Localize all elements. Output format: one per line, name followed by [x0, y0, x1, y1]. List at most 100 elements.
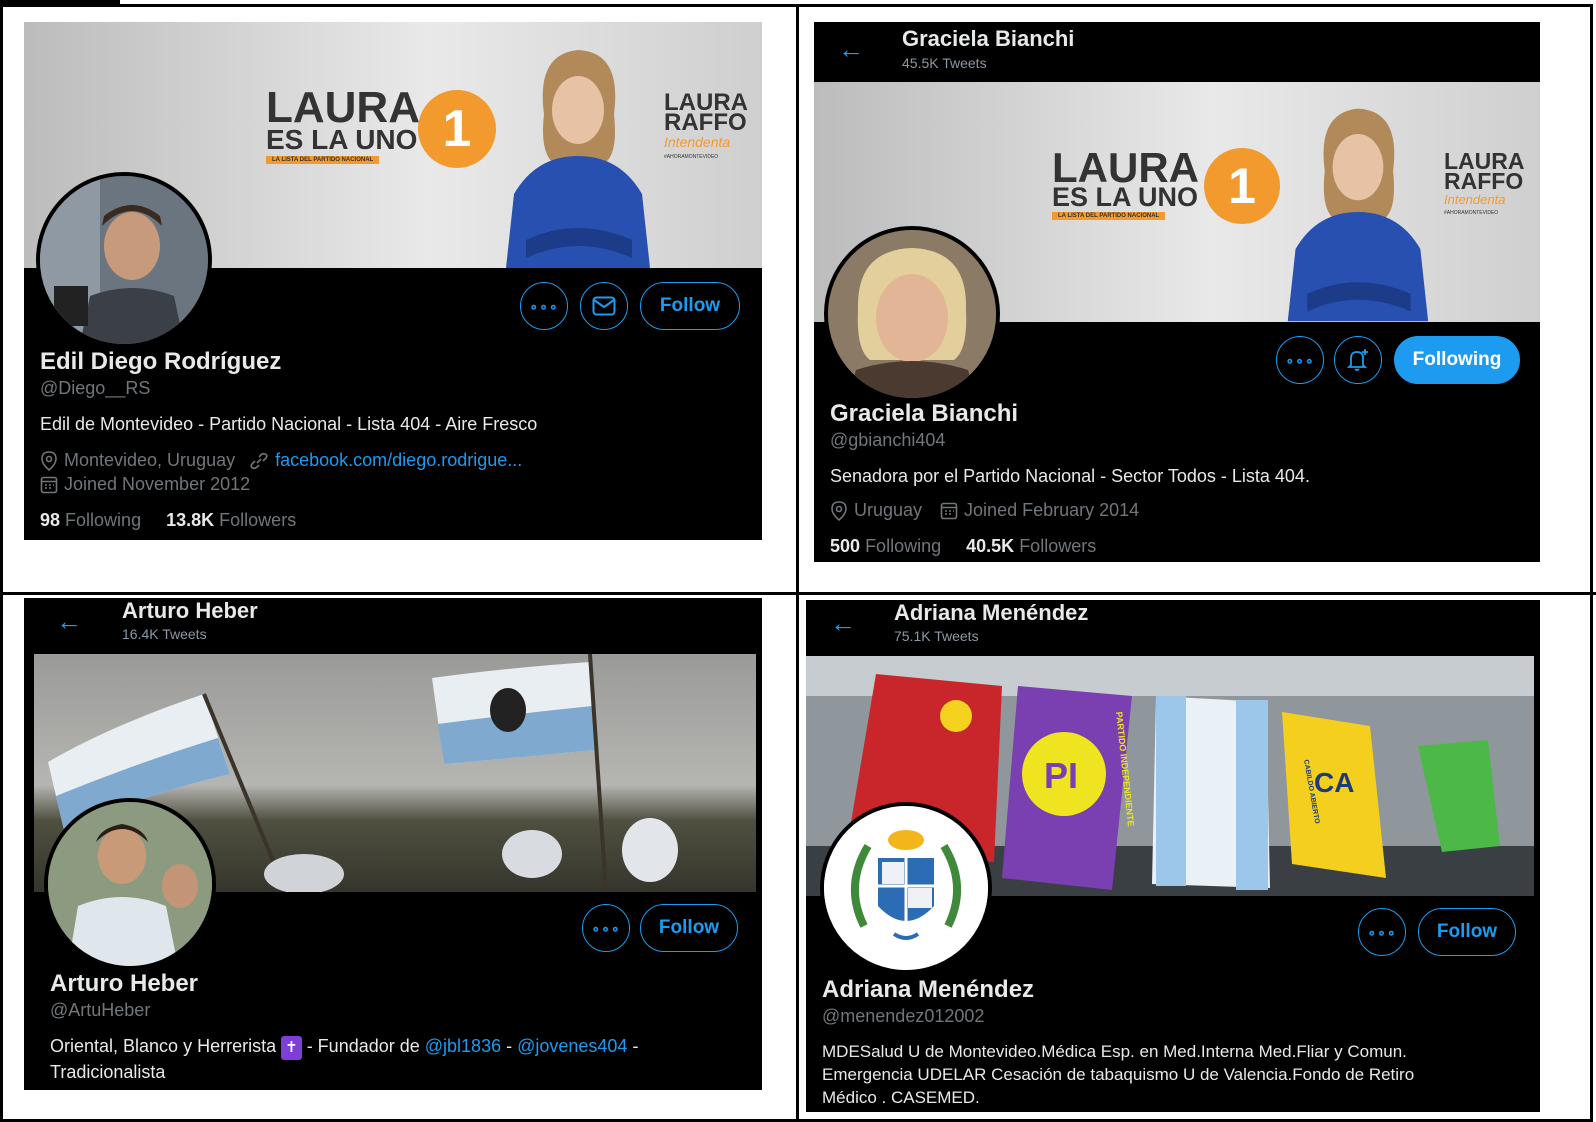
followers-label: Followers — [1019, 536, 1097, 556]
header-name: Graciela Bianchi — [902, 26, 1075, 51]
follow-button[interactable]: Follow — [640, 904, 738, 952]
profile-location: Uruguay — [854, 500, 923, 520]
avatar-photo — [828, 230, 996, 398]
more-icon: ∘∘∘ — [1285, 351, 1315, 368]
profile-header-bar: ← Graciela Bianchi 45.5K Tweets — [814, 22, 1540, 82]
profile-joined: Joined November 2012 — [64, 474, 251, 494]
profile-handle[interactable]: @menendez012002 — [822, 1006, 984, 1027]
flag-ca-label: CA — [1314, 767, 1354, 798]
bio-text-3: - — [501, 1036, 518, 1056]
more-button[interactable]: ∘∘∘ — [1276, 336, 1324, 384]
header-tweet-count: 75.1K Tweets — [894, 628, 979, 644]
bio-text-5: Tradicionalista — [50, 1062, 166, 1082]
profile-name: Arturo Heber — [50, 970, 199, 997]
mention-jovenes404[interactable]: @jovenes404 — [517, 1036, 627, 1056]
location-icon — [831, 500, 847, 521]
header-tweet-count: 45.5K Tweets — [902, 55, 987, 71]
profile-name: Graciela Bianchi — [830, 400, 1019, 427]
profile-stats: 500 Following 40.5K Followers — [830, 536, 1096, 557]
back-arrow-icon[interactable]: ← — [830, 608, 856, 639]
profile-name: Adriana Menéndez — [822, 976, 1035, 1003]
banner-laura: LAURA — [266, 83, 420, 132]
bio-text-2: - Fundador de — [301, 1036, 425, 1056]
back-arrow-icon[interactable]: ← — [838, 34, 864, 65]
profile-bio: Oriental, Blanco y Herrerista ✝ - Fundad… — [50, 1034, 740, 1084]
profile-bio: Edil de Montevideo - Partido Nacional - … — [40, 414, 538, 434]
brand-hashtag: #AHORAMONTEVIDEO — [1444, 210, 1499, 216]
followers-count: 13.8K — [166, 510, 215, 530]
bell-plus-icon — [1346, 349, 1368, 371]
profile-card-diego: LAURA ES LA UNO LA LISTA DEL PARTIDO NAC… — [24, 22, 762, 540]
avatar[interactable] — [44, 798, 216, 970]
mention-jbl1836[interactable]: @jbl1836 — [425, 1036, 501, 1056]
profile-joined-row: Joined November 2012 — [40, 474, 250, 495]
profile-name: Edil Diego Rodríguez — [40, 348, 282, 375]
avatar[interactable] — [820, 802, 992, 974]
bio-line-1: MDESalud U de Montevideo.Médica Esp. en … — [822, 1042, 1407, 1061]
profile-bio: MDESalud U de Montevideo.Médica Esp. en … — [822, 1040, 1532, 1109]
following-label: Following — [865, 536, 942, 556]
bio-text: Oriental, Blanco y Herrerista — [50, 1036, 277, 1056]
following-count: 500 — [830, 536, 861, 556]
profile-meta-row: Montevideo, Uruguay facebook.com/diego.r… — [40, 450, 522, 471]
avatar[interactable] — [824, 226, 1000, 402]
profile-header-bar: ← Adriana Menéndez 75.1K Tweets — [806, 600, 1540, 656]
candidate-photo — [506, 50, 650, 268]
divider-horizontal — [0, 592, 1596, 595]
header-name: Adriana Menéndez — [894, 600, 1089, 625]
brand-intendenta: Intendenta — [664, 134, 731, 150]
following-link[interactable]: 98 Following — [40, 510, 141, 530]
more-button[interactable]: ∘∘∘ — [520, 282, 568, 330]
calendar-icon — [40, 476, 58, 493]
more-button[interactable]: ∘∘∘ — [1358, 908, 1406, 956]
avatar-photo — [40, 176, 208, 344]
message-button[interactable] — [580, 282, 628, 330]
profile-stats: 98 Following 13.8K Followers — [40, 510, 296, 531]
profile-location: Montevideo, Uruguay — [64, 450, 236, 470]
profile-joined: Joined February 2014 — [964, 500, 1140, 520]
brand-raffo: RAFFO — [1444, 168, 1524, 194]
back-arrow-icon[interactable]: ← — [56, 606, 82, 637]
profile-link[interactable]: facebook.com/diego.rodrigue... — [275, 450, 522, 471]
avatar-photo — [48, 802, 212, 966]
profile-card-graciela: ← Graciela Bianchi 45.5K Tweets LAURA ES… — [814, 22, 1540, 562]
candidate-photo — [1287, 108, 1429, 322]
follow-button[interactable]: Follow — [1418, 908, 1516, 956]
following-label: Following — [65, 510, 142, 530]
calendar-icon — [940, 502, 958, 519]
header-tweet-count: 16.4K Tweets — [122, 626, 207, 642]
avatar[interactable] — [36, 172, 212, 348]
location-icon — [41, 450, 57, 471]
follow-button[interactable]: Follow — [640, 282, 740, 330]
profile-header-bar: ← Arturo Heber 16.4K Tweets — [24, 598, 762, 654]
following-button[interactable]: Following — [1394, 336, 1520, 384]
banner-tag: LA LISTA DEL PARTIDO NACIONAL — [266, 156, 380, 164]
cross-emoji: ✝ — [281, 1036, 302, 1060]
notifications-button[interactable] — [1334, 336, 1382, 384]
profile-meta-row: Uruguay Joined February 2014 — [830, 500, 1139, 521]
profile-handle[interactable]: @Diego__RS — [40, 378, 150, 399]
header-name: Arturo Heber — [122, 598, 258, 623]
following-count: 98 — [40, 510, 61, 530]
divider-vertical — [796, 4, 799, 1122]
following-link[interactable]: 500 Following — [830, 536, 941, 556]
banner-es-la-uno: ES LA UNO — [1052, 182, 1199, 212]
profile-handle[interactable]: @gbianchi404 — [830, 430, 945, 451]
banner-number-one: 1 — [1204, 148, 1280, 224]
profile-handle[interactable]: @ArtuHeber — [50, 1000, 150, 1021]
followers-label: Followers — [219, 510, 297, 530]
profile-card-arturo: ← Arturo Heber 16.4K Tweets ∘∘∘ Follow A… — [24, 598, 762, 1090]
more-button[interactable]: ∘∘∘ — [582, 904, 630, 952]
followers-link[interactable]: 13.8K Followers — [166, 510, 296, 530]
more-icon: ∘∘∘ — [1367, 923, 1397, 940]
followers-link[interactable]: 40.5K Followers — [966, 536, 1096, 556]
brand-raffo: RAFFO — [664, 109, 747, 136]
brand-intendenta: Intendenta — [1444, 192, 1506, 207]
brand-hashtag: #AHORAMONTEVIDEO — [664, 154, 719, 160]
followers-count: 40.5K — [966, 536, 1015, 556]
more-icon: ∘∘∘ — [529, 297, 559, 314]
banner-tag: LA LISTA DEL PARTIDO NACIONAL — [1052, 212, 1166, 220]
bio-line-3: Médico . CASEMED. — [822, 1088, 980, 1107]
uruguay-coat-of-arms — [824, 806, 988, 970]
bio-text-4: - — [627, 1036, 639, 1056]
